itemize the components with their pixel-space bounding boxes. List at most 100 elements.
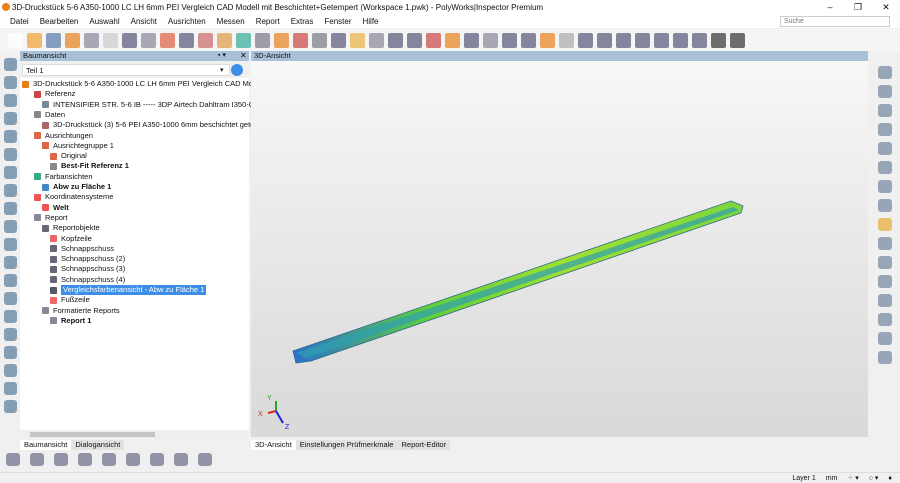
- tab-3d-ansicht[interactable]: 3D-Ansicht: [251, 440, 296, 450]
- toolbar-tool-icon[interactable]: [426, 32, 441, 48]
- part-select[interactable]: Teil 1: [22, 64, 230, 76]
- bottom-tool-icon[interactable]: [102, 453, 116, 466]
- menu-fenster[interactable]: Fenster: [324, 17, 351, 26]
- toolbar-tool-icon[interactable]: [331, 32, 346, 48]
- left-tool-icon[interactable]: [3, 148, 17, 161]
- toolbar-tool-icon[interactable]: [369, 32, 384, 48]
- right-tool-icon[interactable]: [878, 199, 892, 212]
- bottom-tool-icon[interactable]: [150, 453, 164, 466]
- menu-ausrichten[interactable]: Ausrichten: [168, 17, 206, 26]
- left-tool-icon[interactable]: [3, 166, 17, 179]
- left-tool-icon[interactable]: [3, 400, 17, 413]
- tree-item[interactable]: 3D-Druckstück 5-6 A350-1000 LC LH 6mm PE…: [22, 79, 269, 89]
- close-panel-icon[interactable]: ✕: [240, 51, 247, 60]
- right-tool-icon[interactable]: [878, 104, 892, 117]
- toolbar-tool-icon[interactable]: [274, 32, 289, 48]
- toolbar-tool-icon[interactable]: [217, 32, 232, 48]
- tree-item[interactable]: 3D-Druckstück (3) 5-6 PEI A350-1000 6mm …: [42, 120, 269, 130]
- left-tool-icon[interactable]: [3, 184, 17, 197]
- tree-item[interactable]: Schnappschuss (2): [50, 254, 125, 264]
- menu-ansicht[interactable]: Ansicht: [131, 17, 157, 26]
- menu-report[interactable]: Report: [256, 17, 280, 26]
- close-button[interactable]: ✕: [872, 0, 900, 14]
- left-tool-icon[interactable]: [3, 76, 17, 89]
- tree-item[interactable]: Report 1: [50, 316, 91, 326]
- left-tool-icon[interactable]: [3, 292, 17, 305]
- toolbar-tool-icon[interactable]: [293, 32, 308, 48]
- right-tool-icon[interactable]: [878, 313, 892, 326]
- left-tool-icon[interactable]: [3, 256, 17, 269]
- left-tool-icon[interactable]: [3, 202, 17, 215]
- left-tool-icon[interactable]: [3, 328, 17, 341]
- tree-item[interactable]: Ausrichtungen: [34, 131, 93, 141]
- horizontal-scrollbar[interactable]: [22, 431, 247, 438]
- search-input[interactable]: Suche: [780, 16, 890, 27]
- toolbar-tool-icon[interactable]: [103, 32, 118, 48]
- toolbar-tool-icon[interactable]: [673, 32, 688, 48]
- toolbar-tool-icon[interactable]: [160, 32, 175, 48]
- tree-item[interactable]: Referenz: [34, 89, 75, 99]
- toolbar-tool-icon[interactable]: [502, 32, 517, 48]
- toolbar-tool-icon[interactable]: [122, 32, 137, 48]
- bottom-tool-icon[interactable]: [30, 453, 44, 466]
- left-tool-icon[interactable]: [3, 382, 17, 395]
- right-tool-icon[interactable]: [878, 256, 892, 269]
- toolbar-tool-icon[interactable]: [407, 32, 422, 48]
- left-tool-icon[interactable]: [3, 220, 17, 233]
- menu-auswahl[interactable]: Auswahl: [89, 17, 119, 26]
- left-tool-icon[interactable]: [3, 58, 17, 71]
- toolbar-tool-icon[interactable]: [27, 32, 42, 48]
- right-tool-icon[interactable]: [878, 237, 892, 250]
- toolbar-tool-icon[interactable]: [236, 32, 251, 48]
- toolbar-tool-icon[interactable]: [46, 32, 61, 48]
- menu-bearbeiten[interactable]: Bearbeiten: [40, 17, 79, 26]
- right-tool-icon[interactable]: [878, 161, 892, 174]
- toolbar-tool-icon[interactable]: [635, 32, 650, 48]
- tree-item[interactable]: Schnappschuss: [50, 244, 114, 254]
- chevron-down-icon[interactable]: ▾: [220, 66, 224, 74]
- toolbar-tool-icon[interactable]: [445, 32, 460, 48]
- tree-item[interactable]: Abw zu Fläche 1: [42, 182, 111, 192]
- menu-messen[interactable]: Messen: [217, 17, 245, 26]
- toolbar-tool-icon[interactable]: [350, 32, 365, 48]
- toolbar-tool-icon[interactable]: [654, 32, 669, 48]
- toolbar-tool-icon[interactable]: [464, 32, 479, 48]
- tree-item[interactable]: Original: [50, 151, 87, 161]
- menu-extras[interactable]: Extras: [291, 17, 314, 26]
- restore-button[interactable]: ❐: [844, 0, 872, 14]
- tree-item[interactable]: Schnappschuss (3): [50, 264, 125, 274]
- tree-item[interactable]: Fußzeile: [50, 295, 90, 305]
- toolbar-tool-icon[interactable]: [388, 32, 403, 48]
- toolbar-tool-icon[interactable]: [559, 32, 574, 48]
- toolbar-tool-icon[interactable]: [616, 32, 631, 48]
- pin-icon[interactable]: ▪ ▾: [218, 51, 226, 59]
- left-tool-icon[interactable]: [3, 112, 17, 125]
- tree-item[interactable]: Welt: [42, 203, 69, 213]
- left-tool-icon[interactable]: [3, 130, 17, 143]
- toolbar-tool-icon[interactable]: [84, 32, 99, 48]
- toolbar-tool-icon[interactable]: [8, 32, 23, 48]
- left-tool-icon[interactable]: [3, 310, 17, 323]
- 3d-viewport[interactable]: Y X Z: [251, 61, 868, 437]
- left-tool-icon[interactable]: [3, 94, 17, 107]
- tree-item[interactable]: Schnappschuss (4): [50, 275, 125, 285]
- right-tool-icon[interactable]: [878, 218, 892, 231]
- notification-bell-icon[interactable]: ♦: [888, 475, 892, 482]
- toolbar-tool-icon[interactable]: [692, 32, 707, 48]
- left-tool-icon[interactable]: [3, 346, 17, 359]
- right-tool-icon[interactable]: [878, 123, 892, 136]
- scroll-thumb[interactable]: [30, 432, 155, 437]
- tree-item[interactable]: Daten: [34, 110, 65, 120]
- bottom-tool-icon[interactable]: [54, 453, 68, 466]
- right-tool-icon[interactable]: [878, 180, 892, 193]
- toolbar-tool-icon[interactable]: [198, 32, 213, 48]
- info-icon[interactable]: [231, 64, 243, 76]
- tab-einstellungen-pruefmerkmale[interactable]: Einstellungen Prüfmerkmale: [295, 440, 398, 450]
- toolbar-tool-icon[interactable]: [141, 32, 156, 48]
- toolbar-tool-icon[interactable]: [312, 32, 327, 48]
- bottom-tool-icon[interactable]: [6, 453, 20, 466]
- right-tool-icon[interactable]: [878, 142, 892, 155]
- tree-item[interactable]: Report: [34, 213, 68, 223]
- toolbar-tool-icon[interactable]: [521, 32, 536, 48]
- toolbar-tool-icon[interactable]: [578, 32, 593, 48]
